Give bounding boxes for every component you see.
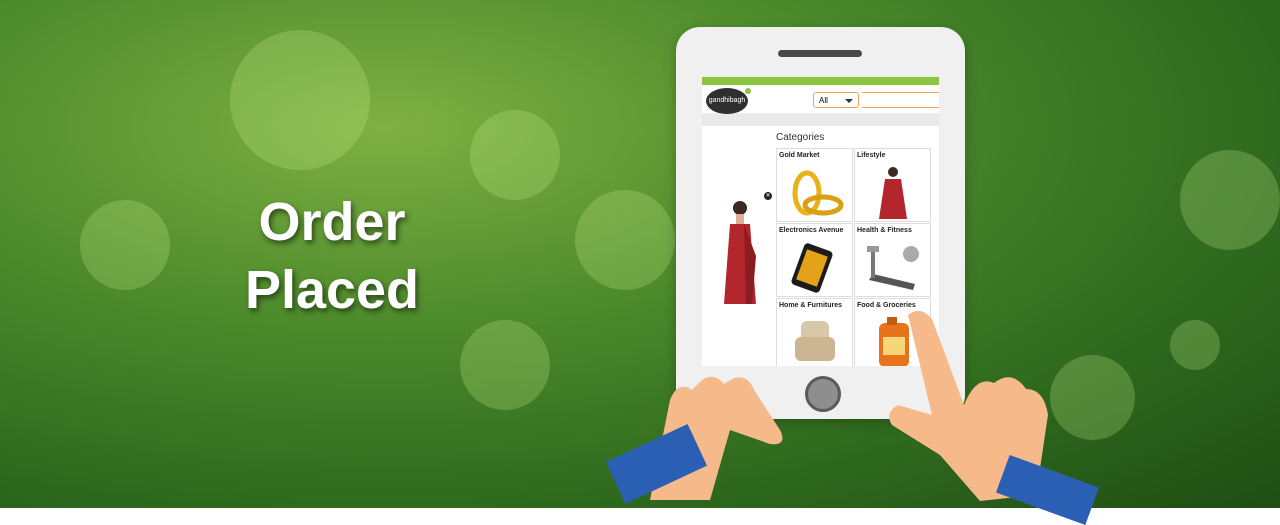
category-tile-lifestyle[interactable]: Lifestyle [854,148,931,222]
bokeh-light [230,30,370,170]
headline: Order Placed [232,188,432,324]
saree-model-banner[interactable] [716,196,764,306]
chevron-down-icon [845,99,853,103]
gold-bangles-icon [792,170,844,216]
saree-icon [879,167,907,219]
category-label: Lifestyle [857,152,886,159]
app-header: gandhibagh All [702,85,939,114]
category-select-value: All [819,96,828,105]
category-tile-health-fitness[interactable]: Health & Fitness [854,223,931,297]
bokeh-light [460,320,550,410]
bokeh-light [1180,150,1280,250]
category-tile-home-furnitures[interactable]: Home & Furnitures [776,298,853,366]
logo-text: gandhibagh [708,97,746,104]
close-icon[interactable]: ✕ [764,192,772,200]
headline-line-2: Placed [244,260,420,320]
bokeh-light [1170,320,1220,370]
category-tile-electronics[interactable]: Electronics Avenue [776,223,853,297]
headline-line-1: Order [258,192,406,252]
category-label: Health & Fitness [857,227,912,234]
home-button[interactable] [805,376,841,412]
search-input[interactable] [862,92,939,108]
smartphone-icon [791,243,833,293]
app-logo[interactable]: gandhibagh [706,88,751,114]
logo-accent-icon [745,88,751,94]
category-label: Home & Furnitures [779,302,843,309]
categories-title: Categories [776,132,825,143]
phone-speaker [778,50,862,57]
bokeh-light [1050,355,1135,440]
category-label: Gold Market [779,152,820,159]
bokeh-light [470,110,560,200]
header-divider [702,114,939,126]
treadmill-icon [867,246,919,290]
armchair-icon [795,321,835,361]
bokeh-light [80,200,170,290]
bokeh-light [575,190,675,290]
category-select[interactable]: All [813,92,859,108]
app-top-bar [702,77,939,85]
category-label: Electronics Avenue [779,227,844,234]
category-tile-gold-market[interactable]: Gold Market [776,148,853,222]
